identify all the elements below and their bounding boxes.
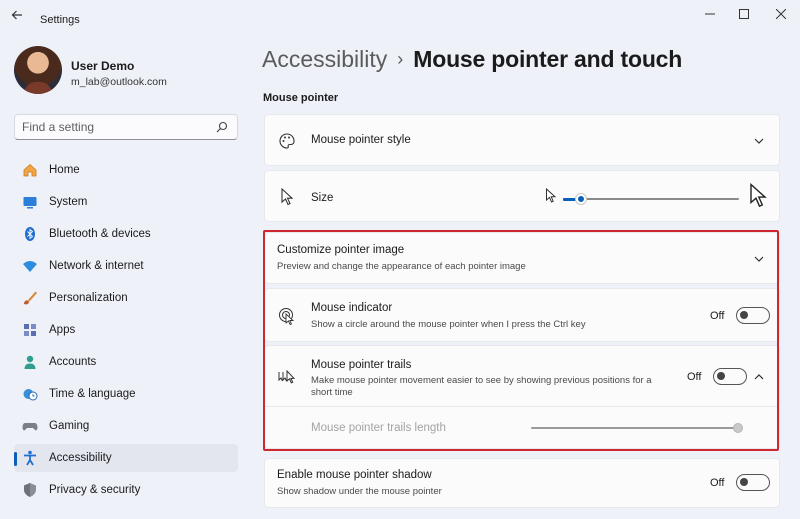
accessibility-icon bbox=[22, 450, 38, 466]
sidebar-nav: Home System Bluetooth & devices Network … bbox=[14, 156, 238, 508]
pointer-trails-state: Off bbox=[687, 371, 702, 383]
sidebar-item-home[interactable]: Home bbox=[14, 156, 238, 184]
maximize-icon[interactable] bbox=[735, 6, 753, 22]
small-cursor-icon bbox=[545, 187, 557, 206]
slider-track bbox=[531, 427, 743, 429]
sidebar-item-apps[interactable]: Apps bbox=[14, 316, 238, 344]
trails-length-label: Mouse pointer trails length bbox=[311, 422, 446, 434]
close-icon[interactable] bbox=[772, 6, 790, 22]
sidebar-item-personalization[interactable]: Personalization bbox=[14, 284, 238, 312]
pointer-trails-icon bbox=[277, 367, 297, 387]
search-icon[interactable] bbox=[216, 121, 228, 133]
mouse-indicator-toggle[interactable] bbox=[736, 307, 770, 324]
sidebar-item-bluetooth[interactable]: Bluetooth & devices bbox=[14, 220, 238, 248]
sidebar-item-system[interactable]: System bbox=[14, 188, 238, 216]
large-cursor-icon bbox=[749, 182, 767, 209]
user-name: User Demo bbox=[71, 59, 135, 73]
wifi-icon bbox=[22, 258, 38, 274]
chevron-down-icon[interactable] bbox=[753, 135, 765, 147]
pointer-shadow-state: Off bbox=[710, 477, 725, 489]
page-title: Mouse pointer and touch bbox=[413, 46, 683, 72]
breadcrumb-parent[interactable]: Accessibility bbox=[262, 46, 387, 72]
pointer-indicator-icon bbox=[277, 306, 297, 326]
home-icon bbox=[22, 162, 38, 178]
slider-thumb[interactable] bbox=[733, 423, 743, 433]
pointer-shadow-card: Enable mouse pointer shadow Show shadow … bbox=[264, 458, 780, 508]
pointer-trails-subtitle-line2: short time bbox=[311, 387, 353, 398]
user-email: m_lab@outlook.com bbox=[71, 76, 167, 88]
slider-thumb[interactable] bbox=[576, 194, 587, 204]
sidebar-item-time-language[interactable]: Time & language bbox=[14, 380, 238, 408]
sidebar-item-label: System bbox=[49, 196, 88, 208]
apps-icon bbox=[22, 322, 38, 338]
mouse-indicator-title: Mouse indicator bbox=[311, 302, 393, 314]
mouse-indicator-state: Off bbox=[710, 310, 725, 322]
mouse-indicator-subtitle: Show a circle around the mouse pointer w… bbox=[311, 319, 586, 330]
size-slider[interactable] bbox=[563, 194, 739, 206]
palette-icon bbox=[277, 131, 297, 151]
sidebar-item-label: Network & internet bbox=[49, 260, 144, 272]
trails-length-row: Mouse pointer trails length bbox=[264, 407, 780, 449]
customize-subtitle: Preview and change the appearance of eac… bbox=[277, 261, 526, 272]
customize-title: Customize pointer image bbox=[277, 244, 405, 256]
pointer-trails-subtitle-line1: Make mouse pointer movement easier to se… bbox=[311, 375, 652, 386]
pointer-style-title: Mouse pointer style bbox=[311, 134, 411, 146]
main-content: Accessibility › Mouse pointer and touch Mo… bbox=[262, 32, 782, 519]
back-arrow-icon[interactable] bbox=[10, 8, 28, 24]
user-profile[interactable]: User Demo m_lab@outlook.com bbox=[14, 46, 244, 96]
pointer-style-card[interactable]: Mouse pointer style bbox=[264, 114, 780, 166]
sidebar-item-label: Gaming bbox=[49, 420, 90, 432]
breadcrumb-separator: › bbox=[397, 49, 404, 69]
search-input[interactable] bbox=[22, 120, 212, 134]
section-title: Mouse pointer bbox=[263, 92, 339, 104]
avatar bbox=[14, 46, 62, 94]
pointer-trails-title: Mouse pointer trails bbox=[311, 359, 412, 371]
sidebar-item-label: Accessibility bbox=[49, 452, 112, 464]
clock-globe-icon bbox=[22, 386, 38, 402]
sidebar-item-gaming[interactable]: Gaming bbox=[14, 412, 238, 440]
sidebar-item-label: Privacy & security bbox=[49, 484, 141, 496]
sidebar-item-label: Apps bbox=[49, 324, 76, 336]
settings-window: Settings User Demo m_lab@outlook.com Fin… bbox=[0, 0, 800, 519]
breadcrumb: Accessibility › Mouse pointer and touch bbox=[262, 46, 682, 78]
trails-length-slider[interactable] bbox=[531, 423, 743, 435]
sidebar-item-network[interactable]: Network & internet bbox=[14, 252, 238, 280]
gamepad-icon bbox=[22, 418, 38, 434]
pointer-shadow-title: Enable mouse pointer shadow bbox=[277, 469, 432, 481]
sidebar-item-label: Personalization bbox=[49, 292, 128, 304]
minimize-icon[interactable] bbox=[701, 6, 719, 22]
chevron-up-icon[interactable] bbox=[753, 371, 765, 383]
search-box[interactable] bbox=[14, 114, 238, 140]
size-title: Size bbox=[311, 192, 334, 204]
sidebar-item-accessibility[interactable]: Accessibility bbox=[14, 444, 238, 472]
mouse-indicator-card: Mouse indicator Show a circle around the… bbox=[264, 288, 780, 342]
pointer-shadow-toggle[interactable] bbox=[736, 474, 770, 491]
pointer-trails-card: Mouse pointer trails Make mouse pointer … bbox=[264, 345, 780, 407]
sidebar-item-accounts[interactable]: Accounts bbox=[14, 348, 238, 376]
sidebar-item-label: Time & language bbox=[49, 388, 136, 400]
brush-icon bbox=[22, 290, 38, 306]
sidebar-item-privacy[interactable]: Privacy & security bbox=[14, 476, 238, 504]
chevron-down-icon[interactable] bbox=[753, 253, 765, 265]
shield-icon bbox=[22, 482, 38, 498]
accounts-icon bbox=[22, 354, 38, 370]
app-title: Settings bbox=[40, 14, 80, 26]
sidebar-item-label: Home bbox=[49, 164, 80, 176]
sidebar: User Demo m_lab@outlook.com Home System bbox=[0, 32, 250, 519]
system-icon bbox=[22, 194, 38, 210]
title-bar: Settings bbox=[0, 0, 800, 32]
customize-pointer-card[interactable]: Customize pointer image Preview and chan… bbox=[264, 232, 780, 284]
size-card: Size bbox=[264, 170, 780, 222]
slider-track bbox=[563, 198, 739, 200]
sidebar-item-label: Accounts bbox=[49, 356, 97, 368]
pointer-trails-toggle[interactable] bbox=[713, 368, 747, 385]
pointer-shadow-subtitle: Show shadow under the mouse pointer bbox=[277, 486, 442, 497]
bluetooth-icon bbox=[22, 226, 38, 242]
cursor-icon bbox=[277, 187, 297, 207]
sidebar-item-label: Bluetooth & devices bbox=[49, 228, 151, 240]
